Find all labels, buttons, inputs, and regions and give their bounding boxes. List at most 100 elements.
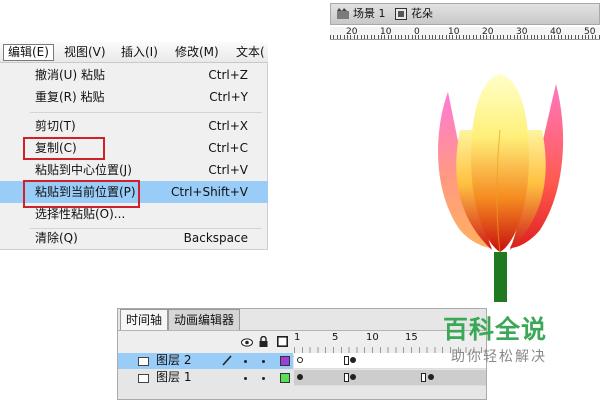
menu-edit[interactable]: 编辑(E) xyxy=(3,44,54,61)
scene-icon xyxy=(337,8,349,19)
ruler-tick xyxy=(527,35,529,39)
ruler-tick xyxy=(513,35,515,39)
menu-insert[interactable]: 插入(I) xyxy=(117,44,162,61)
ruler-tick xyxy=(568,35,569,39)
symbol-label[interactable]: 花朵 xyxy=(411,7,433,21)
ruler-tick xyxy=(374,35,376,39)
ruler-tick xyxy=(370,35,372,39)
eye-icon[interactable] xyxy=(241,338,253,347)
ruler-tick xyxy=(479,35,481,39)
ruler-tick xyxy=(486,35,488,39)
ruler-tick xyxy=(462,35,464,39)
scene-bar: 场景 1 花朵 xyxy=(330,3,600,25)
ruler-tick xyxy=(408,35,410,39)
ruler-tick xyxy=(333,35,335,39)
ruler-tick xyxy=(387,35,389,39)
ruler-tick xyxy=(360,35,362,39)
lock-dot[interactable] xyxy=(262,377,265,380)
ruler-tick xyxy=(503,35,505,39)
menu-item-label: 清除(Q) xyxy=(35,231,78,245)
layer-icon xyxy=(138,374,149,383)
layer-1-frames[interactable] xyxy=(294,370,486,386)
ruler-tick xyxy=(421,35,423,39)
ruler-tick xyxy=(442,35,444,39)
ruler-tick xyxy=(520,35,522,39)
lock-icon[interactable] xyxy=(259,336,268,347)
ruler-tick xyxy=(534,35,535,39)
keyframe[interactable] xyxy=(428,374,434,380)
ruler-tick xyxy=(496,35,498,39)
ruler-tick xyxy=(530,35,532,39)
ruler-tick xyxy=(452,35,454,39)
end-frame-marker[interactable] xyxy=(344,373,349,382)
menu-item-clear[interactable]: 清除(Q) Backspace xyxy=(0,227,268,249)
ruler-tick xyxy=(493,35,495,39)
menu-item-shortcut: Ctrl+V xyxy=(208,163,248,177)
menu-item-shortcut: Ctrl+Y xyxy=(209,90,248,104)
ruler-tick xyxy=(585,35,586,39)
ruler-tick xyxy=(428,35,430,39)
tab-motion-editor[interactable]: 动画编辑器 xyxy=(168,309,241,330)
ruler-tick xyxy=(574,35,576,39)
menu-item-shortcut: Ctrl+Shift+V xyxy=(171,185,248,199)
layer-name: 图层 1 xyxy=(156,370,192,384)
menu-item-paste-center[interactable]: 粘贴到中心位置(J) Ctrl+V xyxy=(0,159,268,181)
ruler-tick xyxy=(554,35,556,39)
tulip-flower-graphic xyxy=(438,74,564,302)
ruler-tick xyxy=(571,35,573,39)
ruler-tick xyxy=(459,35,461,39)
ruler-tick xyxy=(510,35,512,39)
annotation-box-paste-in-place xyxy=(23,180,140,208)
watermark-title: 百科全说 xyxy=(443,315,548,344)
menu-item-redo[interactable]: 重复(R) 粘贴 Ctrl+Y xyxy=(0,86,268,108)
ruler-tick xyxy=(476,35,478,39)
layer-row-1[interactable]: 图层 1 xyxy=(118,370,293,386)
end-frame-marker[interactable] xyxy=(344,356,349,365)
keyframe[interactable] xyxy=(350,357,356,363)
visibility-dot[interactable] xyxy=(244,360,247,363)
frame-number-15: 15 xyxy=(405,332,418,343)
ruler-tick xyxy=(384,35,386,39)
edit-menu-panel: 编辑(E) 视图(V) 插入(I) 修改(M) 文本( 撤消(U) 粘贴 Ctr… xyxy=(0,42,268,250)
visibility-dot[interactable] xyxy=(244,377,247,380)
ruler-tick xyxy=(353,35,355,39)
menu-separator xyxy=(30,112,262,113)
menu-item-undo[interactable]: 撤消(U) 粘贴 Ctrl+Z xyxy=(0,64,268,86)
layer-color-swatch[interactable] xyxy=(280,373,290,383)
menu-view[interactable]: 视图(V) xyxy=(60,44,110,61)
ruler-tick xyxy=(347,35,348,39)
ruler-tick xyxy=(435,35,437,39)
ruler-tick xyxy=(364,35,365,39)
lock-dot[interactable] xyxy=(262,360,265,363)
outline-icon[interactable] xyxy=(277,336,288,347)
ruler-tick xyxy=(357,35,359,39)
menu-item-cut[interactable]: 剪切(T) Ctrl+X xyxy=(0,115,268,137)
layer-icon xyxy=(138,357,149,366)
frame-number-5: 5 xyxy=(332,332,339,343)
keyframe[interactable] xyxy=(350,374,356,380)
ruler-tick xyxy=(432,35,433,39)
ruler-tick xyxy=(557,35,559,39)
menu-text[interactable]: 文本( xyxy=(232,44,269,61)
menu-item-shortcut: Backspace xyxy=(183,231,248,245)
menu-modify[interactable]: 修改(M) xyxy=(171,44,223,61)
ruler-tick xyxy=(411,35,413,39)
pencil-icon xyxy=(222,355,232,366)
tab-timeline[interactable]: 时间轴 xyxy=(120,309,169,330)
ruler-tick xyxy=(394,35,396,39)
ruler-tick xyxy=(517,35,518,39)
keyframe-empty[interactable] xyxy=(297,357,303,363)
menu-item-shortcut: Ctrl+C xyxy=(208,141,248,155)
ruler-tick xyxy=(581,35,583,39)
ruler-tick xyxy=(438,35,440,39)
scene-label[interactable]: 场景 1 xyxy=(353,7,386,21)
menu-item-label: 重复(R) 粘贴 xyxy=(35,90,105,104)
end-frame-marker[interactable] xyxy=(421,373,426,382)
ruler-tick xyxy=(506,35,508,39)
ruler-tick xyxy=(489,35,491,39)
layer-color-swatch[interactable] xyxy=(280,356,290,366)
ruler-tick xyxy=(381,35,382,39)
keyframe[interactable] xyxy=(297,374,303,380)
menu-item-label: 剪切(T) xyxy=(35,119,76,133)
layer-row-2[interactable]: 图层 2 xyxy=(118,353,293,369)
